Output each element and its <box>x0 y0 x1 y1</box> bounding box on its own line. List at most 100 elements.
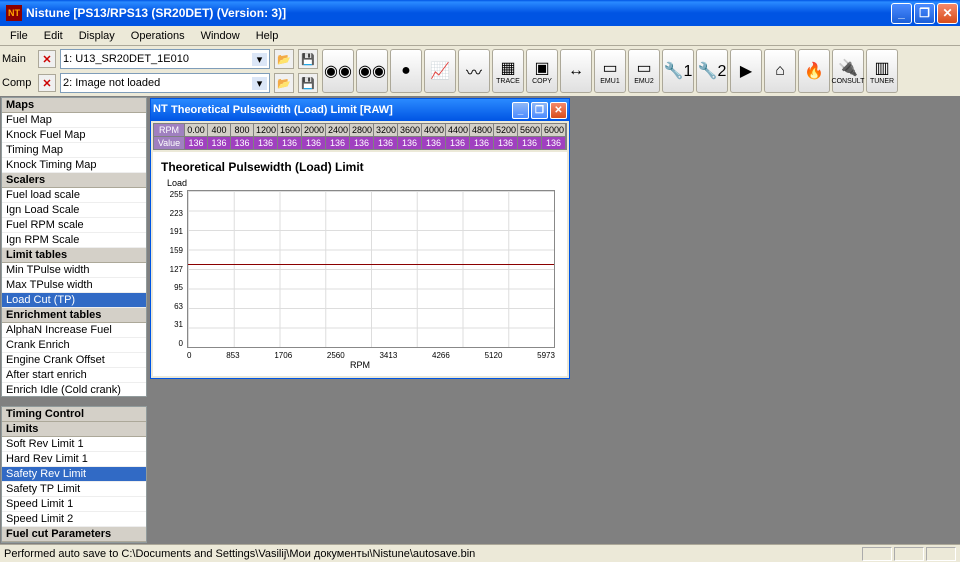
chart-xticks: 0853170625603413426651205973 <box>187 351 555 360</box>
grid-header-cell[interactable]: 1600 <box>278 124 301 137</box>
grid-value-cell[interactable]: 136 <box>398 137 421 149</box>
list-item-knock-timing-map[interactable]: Knock Timing Map <box>2 158 146 173</box>
grid-header-cell[interactable]: 1200 <box>254 124 277 137</box>
play-button[interactable]: ▶ <box>730 49 762 93</box>
grid-header-cell[interactable]: 6000 <box>542 124 565 137</box>
chevron-down-icon[interactable]: ▾ <box>252 53 267 66</box>
list-item-soft-rev-limit-1[interactable]: Soft Rev Limit 1 <box>2 437 146 452</box>
grid-header-cell[interactable]: 4400 <box>446 124 469 137</box>
graph-a-button[interactable]: 📈 <box>424 49 456 93</box>
menu-file[interactable]: File <box>4 28 34 44</box>
list-item-fuel-rpm-scale[interactable]: Fuel RPM scale <box>2 218 146 233</box>
grid-value-cell[interactable]: 136 <box>350 137 373 149</box>
grid-value-cell[interactable]: 136 <box>231 137 253 149</box>
maximize-button[interactable]: ❐ <box>914 3 935 24</box>
mdi-close-button[interactable]: ✕ <box>550 102 567 119</box>
copy-button[interactable]: ▣COPY <box>526 49 558 93</box>
grid-header-cell[interactable]: 0.00 <box>185 124 207 137</box>
comp-save-button[interactable]: 💾 <box>298 73 318 93</box>
graph-b-button[interactable]: 〰 <box>458 49 490 93</box>
list-item-fuel-load-scale[interactable]: Fuel load scale <box>2 188 146 203</box>
grid-value-cell[interactable]: 136 <box>542 137 565 149</box>
list-item-min-tpulse-width[interactable]: Min TPulse width <box>2 263 146 278</box>
list-item-speed-limit-2[interactable]: Speed Limit 2 <box>2 512 146 527</box>
list-item-alphan-increase-fuel[interactable]: AlphaN Increase Fuel <box>2 323 146 338</box>
flame-button[interactable]: 🔥 <box>798 49 830 93</box>
grid-value-cell[interactable]: 136 <box>374 137 397 149</box>
main-clear-button[interactable]: ✕ <box>38 50 56 68</box>
mdi-minimize-button[interactable]: _ <box>512 102 529 119</box>
list-item-knock-fuel-map[interactable]: Knock Fuel Map <box>2 128 146 143</box>
grid-header-cell[interactable]: 3600 <box>398 124 421 137</box>
consult-button[interactable]: 🔌CONSULT <box>832 49 864 93</box>
list-item-crank-enrich[interactable]: Crank Enrich <box>2 338 146 353</box>
comp-open-button[interactable]: 📂 <box>274 73 294 93</box>
list-item-engine-crank-offset[interactable]: Engine Crank Offset <box>2 353 146 368</box>
grid-header-cell[interactable]: 5600 <box>518 124 541 137</box>
emu2-button[interactable]: ▭EMU2 <box>628 49 660 93</box>
grid-value-cell[interactable]: 136 <box>422 137 445 149</box>
list-item-timing-map[interactable]: Timing Map <box>2 143 146 158</box>
grid-header-cell[interactable]: 2800 <box>350 124 373 137</box>
grid-value-cell[interactable]: 136 <box>254 137 277 149</box>
grid-value-cell[interactable]: 136 <box>494 137 517 149</box>
list-item-safety-rev-limit[interactable]: Safety Rev Limit <box>2 467 146 482</box>
emu1-button[interactable]: ▭EMU1 <box>594 49 626 93</box>
sync-button[interactable]: ↔ <box>560 49 592 93</box>
close-button[interactable]: ✕ <box>937 3 958 24</box>
grid-header-cell[interactable]: 2400 <box>326 124 349 137</box>
menu-window[interactable]: Window <box>195 28 246 44</box>
menu-edit[interactable]: Edit <box>38 28 69 44</box>
grid-value-cell[interactable]: 136 <box>470 137 493 149</box>
menu-operations[interactable]: Operations <box>125 28 191 44</box>
list-item-enrich-idle-cold-crank-[interactable]: Enrich Idle (Cold crank) <box>2 383 146 396</box>
home-button[interactable]: ⌂ <box>764 49 796 93</box>
grid-value-cell[interactable]: 136 <box>208 137 230 149</box>
toggle-b-button[interactable]: ◉◉ <box>356 49 388 93</box>
comp-file-combo[interactable]: 2: Image not loaded▾ <box>60 73 270 93</box>
grid-value-cell[interactable]: 136 <box>278 137 301 149</box>
minimize-button[interactable]: _ <box>891 3 912 24</box>
grid-header-cell[interactable]: 4800 <box>470 124 493 137</box>
list-item-safety-tp-limit[interactable]: Safety TP Limit <box>2 482 146 497</box>
tool1-button[interactable]: 🔧1 <box>662 49 694 93</box>
main-save-button[interactable]: 💾 <box>298 49 318 69</box>
toggle-a-button[interactable]: ◉◉ <box>322 49 354 93</box>
main-file-combo[interactable]: 1: U13_SR20DET_1E010▾ <box>60 49 270 69</box>
main-open-button[interactable]: 📂 <box>274 49 294 69</box>
list-item-hard-rev-limit-1[interactable]: Hard Rev Limit 1 <box>2 452 146 467</box>
tuner-button[interactable]: ▥TUNER <box>866 49 898 93</box>
grid-header-cell[interactable]: 400 <box>208 124 230 137</box>
list-item-speed-limit-1[interactable]: Speed Limit 1 <box>2 497 146 512</box>
record-button[interactable]: ● <box>390 49 422 93</box>
grid-header-cell[interactable]: 800 <box>231 124 253 137</box>
grid-header-cell[interactable]: 2000 <box>302 124 325 137</box>
grid-value-cell[interactable]: 136 <box>302 137 325 149</box>
grid-value-cell[interactable]: 136 <box>326 137 349 149</box>
app-icon: NT <box>153 103 167 117</box>
list-header-limits: Limits <box>2 422 146 437</box>
grid-header-cell[interactable]: 3200 <box>374 124 397 137</box>
menu-help[interactable]: Help <box>250 28 285 44</box>
comp-clear-button[interactable]: ✕ <box>38 74 56 92</box>
menu-display[interactable]: Display <box>73 28 121 44</box>
grid-header-cell[interactable]: 5200 <box>494 124 517 137</box>
grid-value-cell[interactable]: 136 <box>185 137 207 149</box>
mdi-maximize-button[interactable]: ❐ <box>531 102 548 119</box>
tool2-button[interactable]: 🔧2 <box>696 49 728 93</box>
grid-header-cell[interactable]: 4000 <box>422 124 445 137</box>
chart-data-line <box>188 264 554 265</box>
grid-value-cell[interactable]: 136 <box>446 137 469 149</box>
mdi-window[interactable]: NT Theoretical Pulsewidth (Load) Limit [… <box>150 98 570 379</box>
list-item-ign-load-scale[interactable]: Ign Load Scale <box>2 203 146 218</box>
trace-button[interactable]: ▦TRACE <box>492 49 524 93</box>
list-item-after-start-enrich[interactable]: After start enrich <box>2 368 146 383</box>
chevron-down-icon[interactable]: ▾ <box>252 77 267 90</box>
list-item-ign-rpm-scale[interactable]: Ign RPM Scale <box>2 233 146 248</box>
list-item-load-cut-tp-[interactable]: Load Cut (TP) <box>2 293 146 308</box>
mdi-titlebar[interactable]: NT Theoretical Pulsewidth (Load) Limit [… <box>151 99 569 121</box>
data-grid[interactable]: RPMValue0.001364001368001361200136160013… <box>153 123 567 150</box>
list-item-fuel-map[interactable]: Fuel Map <box>2 113 146 128</box>
list-item-max-tpulse-width[interactable]: Max TPulse width <box>2 278 146 293</box>
grid-value-cell[interactable]: 136 <box>518 137 541 149</box>
